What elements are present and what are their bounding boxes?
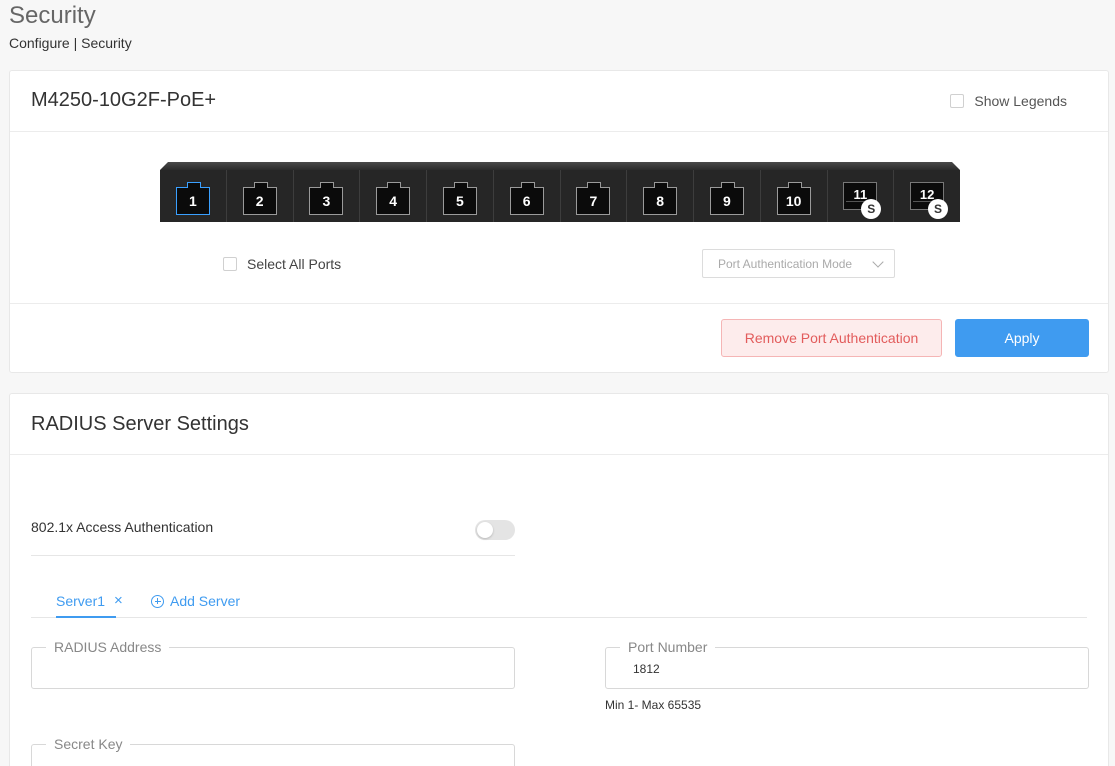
port-auth-mode-placeholder: Port Authentication Mode xyxy=(718,256,853,271)
breadcrumb: Configure | Security xyxy=(9,35,132,51)
port-11[interactable]: 11 S xyxy=(828,170,895,222)
ethernet-port-icon: 4 xyxy=(376,182,411,215)
port-10[interactable]: 10 xyxy=(761,170,828,222)
access-auth-toggle[interactable] xyxy=(475,520,515,540)
ethernet-port-icon: 1 xyxy=(175,182,210,215)
select-all-checkbox[interactable] xyxy=(223,257,237,271)
secret-key-input[interactable]: Secret Key xyxy=(31,736,515,766)
ethernet-port-icon: 6 xyxy=(509,182,544,215)
add-server-button[interactable]: Add Server xyxy=(151,593,240,609)
secret-key-label: Secret Key xyxy=(46,736,131,752)
port-number-label: Port Number xyxy=(620,639,716,655)
radius-address-input[interactable]: RADIUS Address xyxy=(31,639,515,689)
port-9[interactable]: 9 xyxy=(694,170,761,222)
tab-server1-label: Server1 xyxy=(56,593,106,609)
port-2[interactable]: 2 xyxy=(227,170,294,222)
ethernet-port-icon: 10 xyxy=(776,182,811,215)
sfp-badge: S xyxy=(861,199,882,219)
apply-button[interactable]: Apply xyxy=(955,319,1089,357)
port-label: 9 xyxy=(722,193,731,209)
port-12[interactable]: 12 S xyxy=(894,170,960,222)
port-number-value: 1812 xyxy=(633,662,660,676)
divider xyxy=(10,131,1108,132)
add-server-label: Add Server xyxy=(170,593,241,609)
port-1[interactable]: 1 xyxy=(160,170,227,222)
radius-address-label: RADIUS Address xyxy=(46,639,170,655)
chevron-down-icon xyxy=(872,255,884,268)
radius-card: RADIUS Server Settings 802.1x Access Aut… xyxy=(9,393,1109,766)
ethernet-port-icon: 9 xyxy=(709,182,744,215)
access-auth-row: 802.1x Access Authentication xyxy=(31,519,515,556)
divider xyxy=(10,303,1108,304)
port-label: 7 xyxy=(589,193,598,209)
show-legends-checkbox[interactable] xyxy=(950,94,965,108)
port-3[interactable]: 3 xyxy=(294,170,361,222)
switch-top-edge xyxy=(160,162,960,170)
ethernet-port-icon: 3 xyxy=(309,182,344,215)
port-row: 1 2 3 4 5 6 7 8 9 10 11 S 12 S xyxy=(160,170,960,222)
port-number-input[interactable]: Port Number 1812 xyxy=(605,639,1089,689)
divider xyxy=(10,454,1108,455)
ethernet-port-icon: 7 xyxy=(576,182,611,215)
sfp-badge: S xyxy=(928,199,948,219)
switch-faceplate: 1 2 3 4 5 6 7 8 9 10 11 S 12 S xyxy=(160,162,960,222)
port-label: 3 xyxy=(322,193,331,209)
toggle-knob xyxy=(477,522,493,538)
port-7[interactable]: 7 xyxy=(561,170,628,222)
device-card: M4250-10G2F-PoE+ Show Legends 1234567891… xyxy=(9,70,1109,373)
port-label: 10 xyxy=(785,193,802,209)
close-icon[interactable]: × xyxy=(114,593,123,609)
plus-circle-icon xyxy=(151,594,164,608)
ethernet-port-icon: 8 xyxy=(643,182,678,215)
access-auth-label: 802.1x Access Authentication xyxy=(31,519,214,535)
show-legends-toggle[interactable]: Show Legends xyxy=(950,93,1067,109)
server-tabs: Server1 × Add Server xyxy=(31,584,1087,618)
port-label: 4 xyxy=(389,193,398,209)
port-label: 2 xyxy=(255,193,264,209)
remove-port-auth-button[interactable]: Remove Port Authentication xyxy=(721,319,942,357)
port-6[interactable]: 6 xyxy=(494,170,561,222)
port-8[interactable]: 8 xyxy=(627,170,694,222)
port-5[interactable]: 5 xyxy=(427,170,494,222)
port-label: 6 xyxy=(522,193,531,209)
show-legends-label: Show Legends xyxy=(974,93,1067,109)
port-number-hint: Min 1- Max 65535 xyxy=(605,698,702,712)
ethernet-port-icon: 5 xyxy=(442,182,477,215)
port-label: 5 xyxy=(455,193,464,209)
port-4[interactable]: 4 xyxy=(360,170,427,222)
page-title: Security xyxy=(9,2,96,29)
port-label: 1 xyxy=(188,193,197,209)
ethernet-port-icon: 2 xyxy=(242,182,277,215)
device-title: M4250-10G2F-PoE+ xyxy=(31,89,217,111)
select-all-ports[interactable]: Select All Ports xyxy=(223,256,341,272)
radius-title: RADIUS Server Settings xyxy=(31,413,249,435)
port-auth-mode-dropdown[interactable]: Port Authentication Mode xyxy=(702,249,895,278)
select-all-label: Select All Ports xyxy=(247,256,342,272)
tab-server1[interactable]: Server1 × xyxy=(56,593,123,618)
port-label: 8 xyxy=(656,193,665,209)
